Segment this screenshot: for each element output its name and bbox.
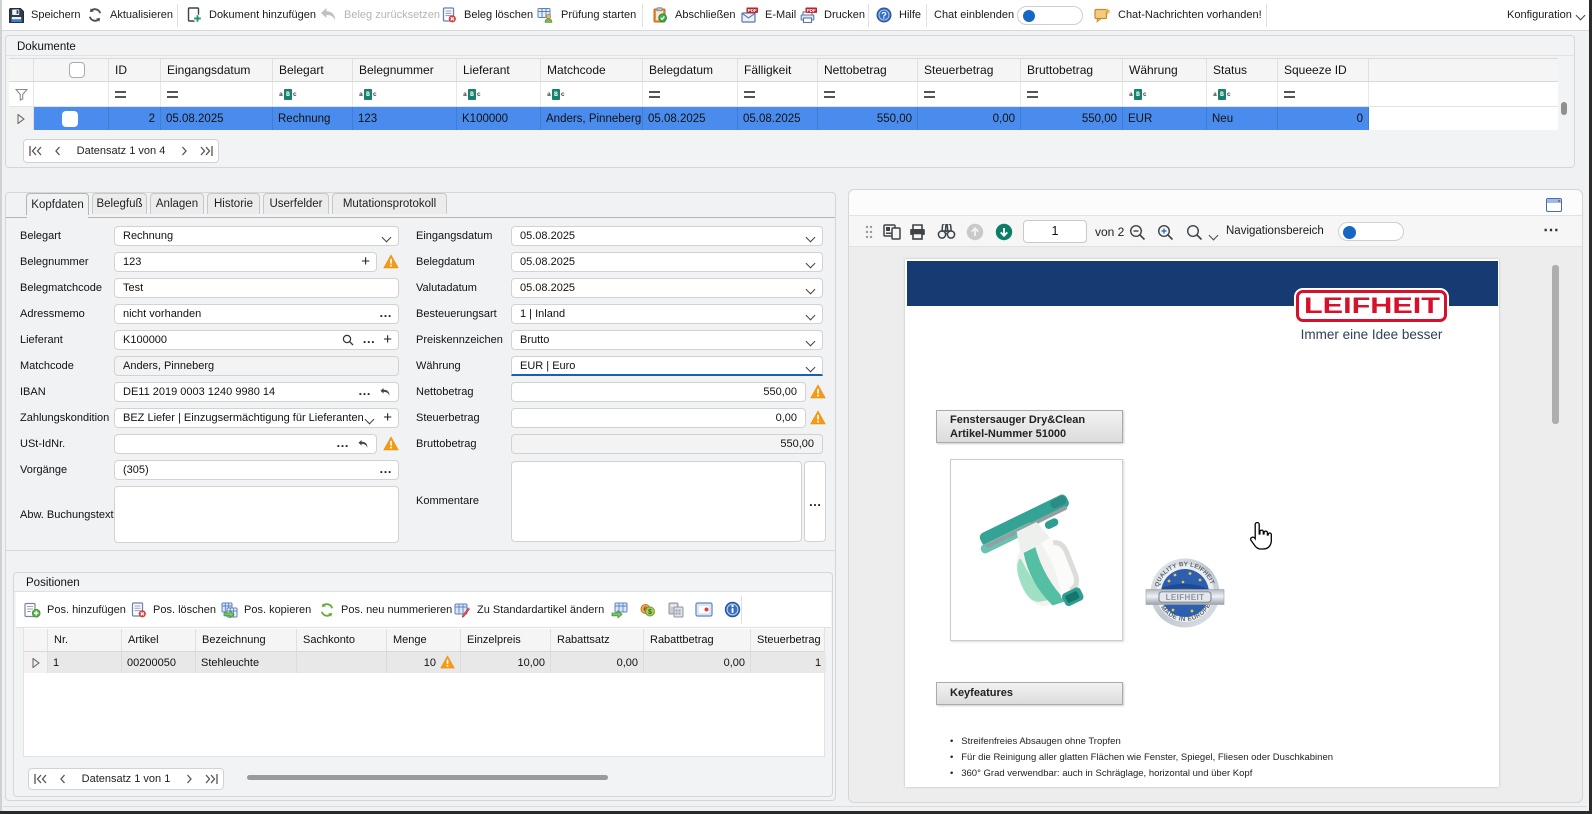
svg-text:?: ? — [881, 10, 887, 20]
svg-text:$: $ — [648, 609, 652, 616]
svg-text:PDF: PDF — [748, 7, 757, 12]
svg-text:LEIFHEIT: LEIFHEIT — [1304, 294, 1440, 318]
svg-text:PDF: PDF — [807, 7, 816, 12]
svg-text:LEIFHEIT: LEIFHEIT — [1166, 593, 1205, 602]
